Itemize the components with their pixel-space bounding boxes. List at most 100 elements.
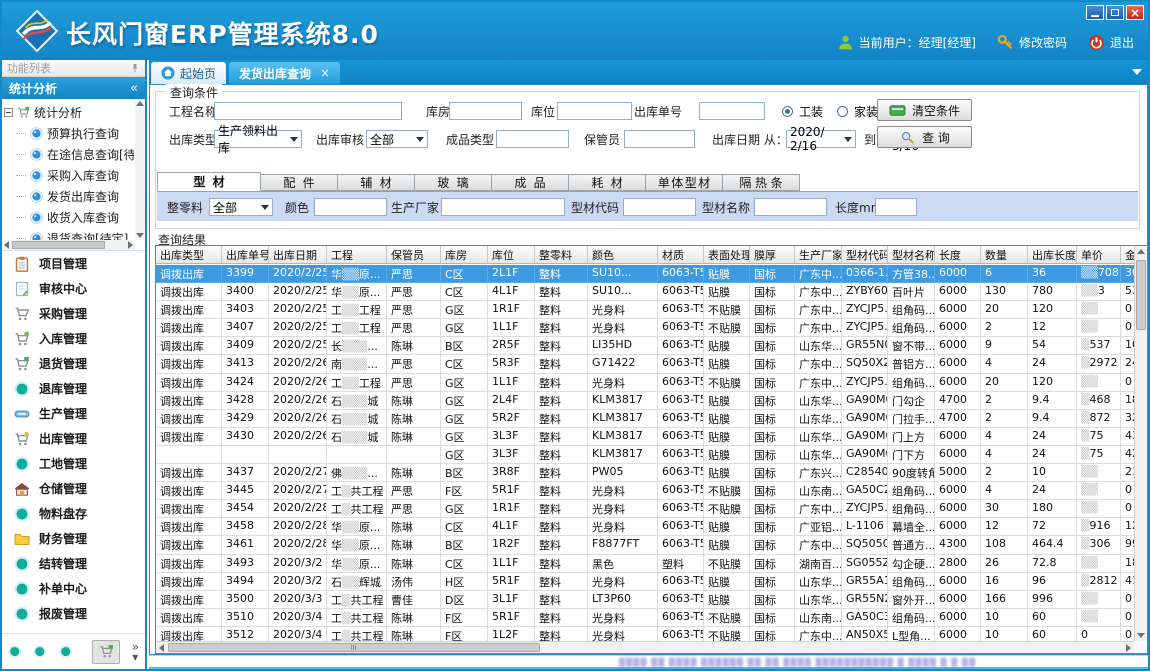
clear-conditions-button[interactable]: 清空条件	[877, 99, 972, 121]
table-row[interactable]: 调拨出库34612020/2/28华▒▒原...陈琳B区1R2F整料F8877F…	[156, 536, 1136, 554]
column-header[interactable]: 长度	[935, 246, 981, 263]
sidebar-menu-item[interactable]: 退货管理	[2, 351, 145, 376]
order-no-input[interactable]	[699, 102, 765, 120]
section-header-statistics[interactable]: 统计分析 «	[2, 77, 145, 99]
audit-select[interactable]: 全部	[366, 130, 428, 148]
material-tab[interactable]: 配件	[261, 174, 338, 191]
table-row[interactable]: 调拨出库35122020/3/4工▒共工程陈琳F区1L2F整料光身料6063-T…	[156, 627, 1136, 641]
material-tab[interactable]: 玻璃	[415, 174, 492, 191]
tree-hscroll-thumb[interactable]	[12, 241, 105, 249]
warehouse-input[interactable]	[449, 102, 522, 120]
table-row[interactable]: G区3L3F整料KLM38176063-T5贴膜国标山东华...GA90M09.…	[156, 446, 1136, 464]
toolbar-dot-icon[interactable]	[59, 644, 72, 659]
table-row[interactable]: 调拨出库34582020/2/28华▒▒原...陈琳C区4L1F整料光身料606…	[156, 518, 1136, 536]
tree-item[interactable]: 收货入库查询	[4, 207, 134, 228]
table-row[interactable]: 调拨出库34942020/3/2石▒▒辉城汤伟H区5R1F整料光身料6063-T…	[156, 573, 1136, 591]
table-row[interactable]: 调拨出库35002020/3/3工▒共工程曹佳D区3L1F整料LT3P60606…	[156, 591, 1136, 609]
toolbar-overflow-button[interactable]: »▾	[132, 642, 139, 662]
material-tab[interactable]: 辅材	[338, 174, 415, 191]
table-row[interactable]: 调拨出库33992020/2/25华▒▒原...严思C区2L1F整料SU10..…	[156, 265, 1136, 283]
profile-code-input[interactable]	[623, 198, 696, 216]
close-button[interactable]	[1126, 5, 1144, 20]
sidebar-menu-item[interactable]: 财务管理	[2, 526, 145, 551]
radio-gongzhuang[interactable]	[782, 106, 793, 117]
toolbar-dot-icon[interactable]	[8, 644, 21, 659]
material-tab[interactable]: 隔热条	[723, 174, 800, 191]
pin-icon[interactable]	[130, 63, 140, 73]
sidebar-menu-item[interactable]: 仓储管理	[2, 476, 145, 501]
sidebar-menu-item[interactable]: 补单中心	[2, 576, 145, 601]
table-row[interactable]: 调拨出库34292020/2/26石▒▒▒城陈琳G区5R2F整料KLM38176…	[156, 410, 1136, 428]
column-header[interactable]: 库房	[441, 246, 488, 263]
manufacturer-input[interactable]	[441, 198, 565, 216]
column-header[interactable]: 工程	[327, 246, 387, 263]
sidebar-menu-item[interactable]: 物料盘存	[2, 501, 145, 526]
change-password-button[interactable]: 修改密码	[997, 34, 1067, 51]
location-input[interactable]	[557, 102, 632, 120]
whole-part-select[interactable]: 全部	[209, 198, 273, 216]
column-header[interactable]: 整零料	[535, 246, 588, 263]
material-tab[interactable]: 型材	[157, 172, 261, 191]
table-row[interactable]: 调拨出库34072020/2/25工▒▒工程严思G区1L1F整料光身料6063-…	[156, 319, 1136, 337]
tree-item[interactable]: 退货查询[待定]	[4, 228, 134, 240]
table-row[interactable]: 调拨出库34092020/2/25长▒▒▒...陈琳B区2R5F整料LI35HD…	[156, 337, 1136, 355]
column-header[interactable]: 膜厚	[750, 246, 795, 263]
material-tab[interactable]: 单体型材	[646, 174, 723, 191]
column-header[interactable]: 型材名称	[888, 246, 935, 263]
sidebar-menu-item[interactable]: 报废管理	[2, 601, 145, 626]
sidebar-menu-item[interactable]: 入库管理	[2, 326, 145, 351]
profile-name-input[interactable]	[754, 198, 827, 216]
tab-shipping-outbound-query[interactable]: 发货出库查询 ×	[229, 62, 340, 84]
column-header[interactable]: 材质	[658, 246, 704, 263]
tree-root-statistics[interactable]: 统计分析	[4, 101, 134, 123]
color-input[interactable]	[314, 198, 387, 216]
tree-item[interactable]: 发货出库查询	[4, 186, 134, 207]
table-hscroll-thumb[interactable]	[168, 643, 540, 652]
tree-horizontal-scrollbar[interactable]	[2, 240, 135, 250]
table-row[interactable]: 调拨出库34452020/2/27工▒共工程严思F区5R1F整料光身料6063-…	[156, 482, 1136, 500]
material-tab[interactable]: 成品	[492, 174, 569, 191]
table-vscroll-thumb[interactable]	[1136, 260, 1146, 330]
column-header[interactable]: 保管员	[387, 246, 441, 263]
tree-item[interactable]: 在途信息查询[待	[4, 144, 134, 165]
column-header[interactable]: 出库类型	[156, 246, 222, 263]
sidebar-menu-item[interactable]: 生产管理	[2, 401, 145, 426]
toolbar-dot-icon[interactable]	[33, 644, 46, 659]
column-header[interactable]: 生产厂家	[795, 246, 842, 263]
project-name-input[interactable]	[214, 102, 402, 120]
column-header[interactable]: 出库长度	[1028, 246, 1077, 263]
table-row[interactable]: 调拨出库34372020/2/27佛▒▒▒...陈琳B区3R8F整料PW0560…	[156, 464, 1136, 482]
minimize-button[interactable]	[1086, 5, 1104, 20]
tree-collapse-icon[interactable]	[4, 108, 13, 117]
sidebar-menu-item[interactable]: 退库管理	[2, 376, 145, 401]
sidebar-menu-item[interactable]: 结转管理	[2, 551, 145, 576]
column-header[interactable]: 库位	[488, 246, 535, 263]
table-row[interactable]: 调拨出库34302020/2/26石▒▒▒城陈琳G区3L3F整料KLM38176…	[156, 428, 1136, 446]
table-row[interactable]: 调拨出库34542020/2/28工▒共工程严思G区1R1F整料光身料6063-…	[156, 500, 1136, 518]
radio-jiazhuang[interactable]	[837, 106, 848, 117]
sidebar-menu-item[interactable]: 出库管理	[2, 426, 145, 451]
length-input[interactable]	[875, 198, 917, 216]
maximize-button[interactable]	[1106, 5, 1124, 20]
column-header[interactable]: 出库单号	[222, 246, 269, 263]
toolbar-cart-button[interactable]	[92, 640, 119, 664]
tab-list-caret-icon[interactable]	[1132, 69, 1142, 75]
table-row[interactable]: 调拨出库35102020/3/4工▒共工程陈琳F区5R1F整料光身料6063-T…	[156, 609, 1136, 627]
column-header[interactable]: 出库日期	[269, 246, 327, 263]
sidebar-menu-item[interactable]: 审核中心	[2, 276, 145, 301]
date-from-picker[interactable]: 2020/ 2/16	[786, 130, 856, 148]
table-row[interactable]: 调拨出库34002020/2/25华▒▒原...严思C区4L1F整料SU10..…	[156, 283, 1136, 301]
column-header[interactable]: 数量	[981, 246, 1028, 263]
sidebar-menu-item[interactable]: 项目管理	[2, 251, 145, 276]
table-row[interactable]: 调拨出库34132020/2/26南▒▒▒...严思C区5R3F整料G71422…	[156, 355, 1136, 373]
keeper-input[interactable]	[624, 130, 695, 148]
product-type-input[interactable]	[496, 130, 569, 148]
search-button[interactable]: 查 询	[877, 126, 972, 148]
column-header[interactable]: 单价	[1077, 246, 1121, 263]
table-row[interactable]: 调拨出库34282020/2/26石▒▒▒城陈琳G区2L4F整料KLM38176…	[156, 392, 1136, 410]
sidebar-menu-item[interactable]: 采购管理	[2, 301, 145, 326]
table-row[interactable]: 调拨出库34032020/2/25工▒▒工程严思G区1R1F整料光身料6063-…	[156, 301, 1136, 319]
tree-vertical-scrollbar[interactable]	[135, 99, 145, 240]
column-header[interactable]: 颜色	[588, 246, 658, 263]
outbound-type-select[interactable]: 生产领料出库	[214, 130, 302, 148]
